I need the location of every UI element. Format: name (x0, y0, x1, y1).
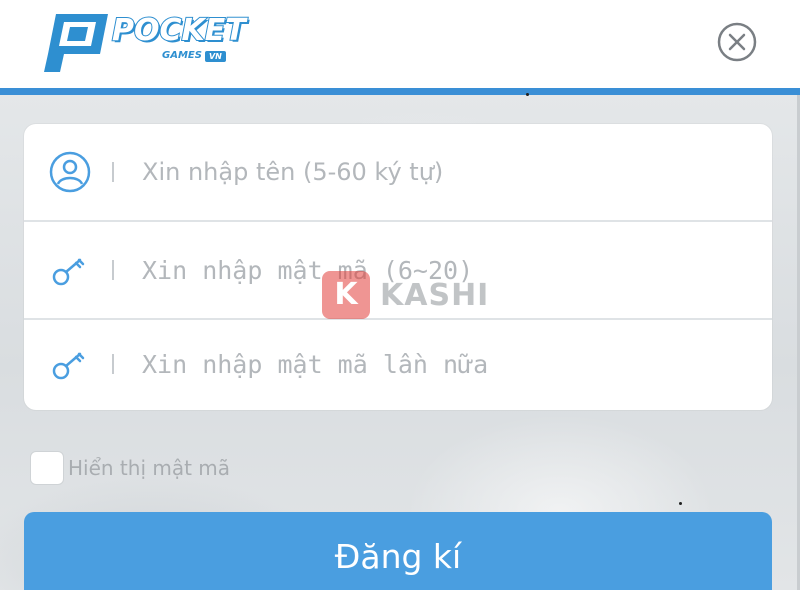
key-icon (52, 258, 85, 286)
logo-mark-icon (44, 14, 108, 72)
username-input[interactable] (142, 150, 742, 194)
screen-speck (679, 502, 682, 505)
kashi-watermark: K KASHI (322, 270, 489, 320)
watermark-text: KASHI (380, 277, 490, 313)
logo-sub-text: GAMES (162, 50, 202, 61)
field-separator (112, 162, 114, 182)
field-separator (112, 354, 114, 374)
watermark-logo: K (322, 271, 370, 319)
user-circle-icon (49, 151, 91, 193)
username-field-row (24, 124, 772, 220)
confirm-password-input[interactable] (142, 342, 742, 386)
key-icon (52, 352, 85, 380)
register-button[interactable]: Đăng kí (24, 512, 772, 590)
confirm-password-field-row (24, 320, 772, 410)
header: POCKET GAMES VN (0, 0, 800, 88)
logo-badge: VN (204, 50, 226, 62)
close-button[interactable] (716, 21, 758, 63)
show-password-checkbox[interactable] (30, 451, 64, 485)
logo-subtitle: GAMES VN (162, 50, 226, 62)
pocket-games-logo: POCKET GAMES VN (42, 10, 257, 76)
header-accent-bar (0, 88, 800, 95)
screen-speck (526, 93, 529, 96)
show-password-label: Hiển thị mật mã (68, 456, 231, 480)
logo-wordmark: POCKET (111, 13, 247, 49)
show-password-toggle[interactable]: Hiển thị mật mã (30, 450, 230, 486)
close-circle-icon (717, 22, 757, 62)
field-separator (112, 260, 114, 280)
register-form (24, 124, 772, 410)
